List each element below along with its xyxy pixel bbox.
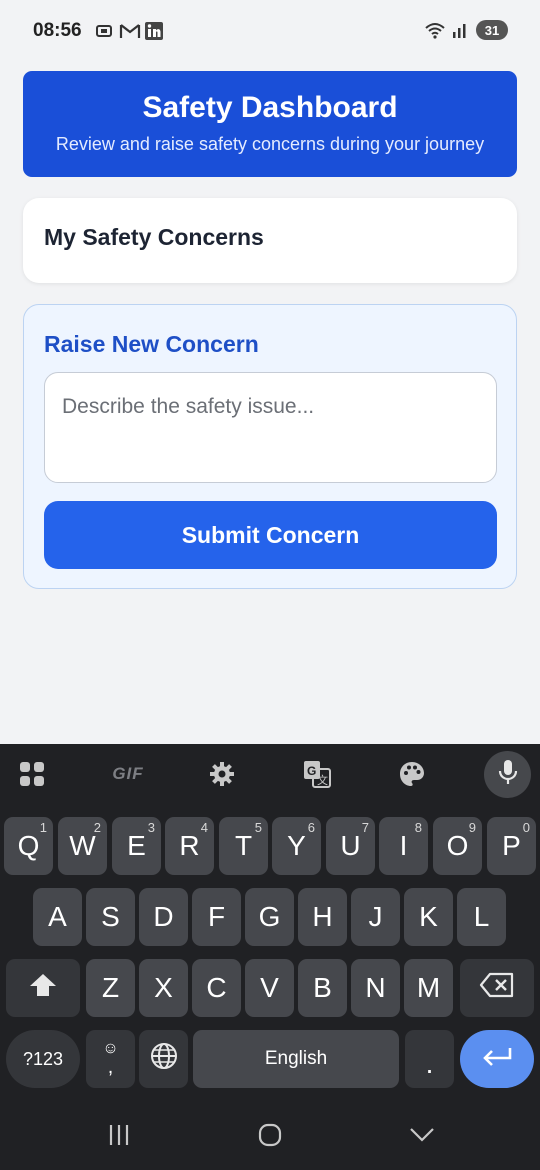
key-k[interactable]: K — [404, 888, 453, 946]
enter-icon — [480, 1045, 514, 1074]
key-b[interactable]: B — [298, 959, 347, 1017]
gif-label: GIF — [112, 764, 144, 783]
wifi-icon — [424, 20, 445, 40]
gif-button[interactable]: GIF — [110, 758, 146, 790]
key-n[interactable]: N — [351, 959, 400, 1017]
key-i[interactable]: I8 — [379, 817, 428, 875]
emoji-comma-key[interactable]: ☺ , — [86, 1030, 135, 1088]
translate-icon[interactable]: G文 — [301, 758, 333, 790]
battery-indicator: 31 — [476, 20, 508, 40]
key-u[interactable]: U7 — [326, 817, 375, 875]
back-chevron-icon[interactable] — [402, 1120, 442, 1150]
enter-key[interactable] — [460, 1030, 534, 1088]
globe-icon — [150, 1042, 178, 1077]
apps-grid-icon[interactable] — [16, 758, 48, 790]
settings-gear-icon[interactable] — [206, 758, 238, 790]
space-key[interactable]: English — [193, 1030, 399, 1088]
submit-concern-button[interactable]: Submit Concern — [44, 501, 497, 569]
language-globe-key[interactable] — [139, 1030, 188, 1088]
system-nav-bar — [0, 1100, 540, 1170]
key-m[interactable]: M — [404, 959, 453, 1017]
notification-icons — [94, 21, 164, 41]
key-l[interactable]: L — [457, 888, 506, 946]
key-v[interactable]: V — [245, 959, 294, 1017]
shift-icon — [29, 972, 57, 1005]
key-o[interactable]: O9 — [433, 817, 482, 875]
my-concerns-title: My Safety Concerns — [44, 224, 264, 250]
page-subtitle: Review and raise safety concerns during … — [55, 134, 485, 154]
mic-icon — [496, 758, 520, 791]
key-g[interactable]: G — [245, 888, 294, 946]
home-button[interactable] — [250, 1120, 290, 1150]
system-icons: 31 — [424, 20, 508, 40]
emoji-icon: ☺ — [102, 1040, 119, 1057]
key-a[interactable]: A — [33, 888, 82, 946]
page-title: Safety Dashboard — [142, 91, 398, 124]
key-q[interactable]: Q1 — [4, 817, 53, 875]
shift-key[interactable] — [6, 959, 80, 1017]
recents-button[interactable] — [99, 1120, 139, 1150]
keyboard-toolbar: GIF G文 — [0, 744, 540, 804]
linkedin-icon — [144, 21, 164, 41]
on-screen-keyboard: GIF G文 Q1 W2 E3 R4 T5 Y6 U7 I8 O9 P0 A S… — [0, 744, 540, 1170]
signal-icon — [450, 20, 470, 40]
symbols-key[interactable]: ?123 — [6, 1030, 80, 1088]
period-key[interactable]: . — [405, 1030, 454, 1088]
backspace-key[interactable] — [460, 959, 534, 1017]
key-r[interactable]: R4 — [165, 817, 214, 875]
key-s[interactable]: S — [86, 888, 135, 946]
screenshot-icon — [94, 21, 114, 41]
svg-text:文: 文 — [317, 773, 328, 787]
key-d[interactable]: D — [139, 888, 188, 946]
raise-concern-card: Raise New Concern Submit Concern — [23, 304, 517, 589]
raise-concern-title: Raise New Concern — [44, 331, 259, 357]
mic-button[interactable] — [484, 751, 531, 798]
key-c[interactable]: C — [192, 959, 241, 1017]
my-concerns-card[interactable]: My Safety Concerns — [23, 198, 517, 283]
key-y[interactable]: Y6 — [272, 817, 321, 875]
key-j[interactable]: J — [351, 888, 400, 946]
dashboard-header: Safety Dashboard Review and raise safety… — [23, 71, 517, 177]
status-bar: 08:56 31 — [0, 0, 540, 62]
key-e[interactable]: E3 — [112, 817, 161, 875]
gmail-icon — [119, 21, 141, 41]
key-p[interactable]: P0 — [487, 817, 536, 875]
key-f[interactable]: F — [192, 888, 241, 946]
svg-text:G: G — [307, 764, 316, 778]
key-w[interactable]: W2 — [58, 817, 107, 875]
key-t[interactable]: T5 — [219, 817, 268, 875]
palette-icon[interactable] — [396, 758, 428, 790]
key-x[interactable]: X — [139, 959, 188, 1017]
issue-description-input[interactable] — [44, 372, 497, 483]
status-time: 08:56 — [33, 20, 82, 41]
backspace-icon — [479, 972, 515, 1005]
key-z[interactable]: Z — [86, 959, 135, 1017]
key-h[interactable]: H — [298, 888, 347, 946]
